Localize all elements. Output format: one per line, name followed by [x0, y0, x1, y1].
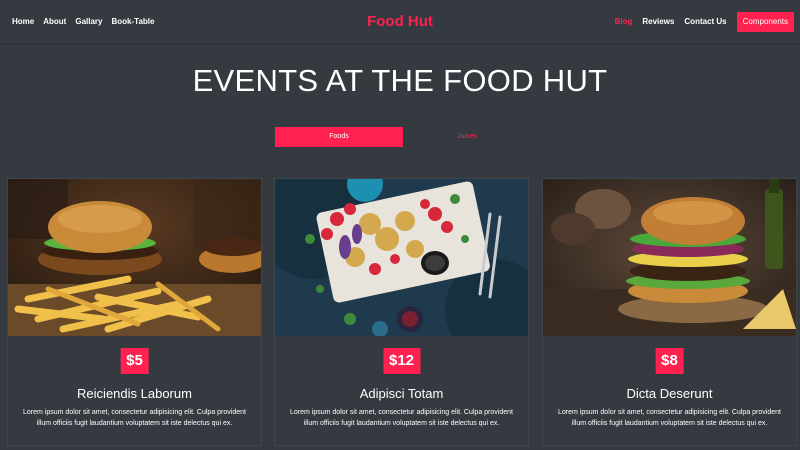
- nav-link-blog[interactable]: Blog: [615, 16, 633, 28]
- tab-juices[interactable]: Juices: [403, 127, 531, 147]
- burger-photo: [543, 179, 796, 336]
- card-description: Lorem ipsum dolor sit amet, consectetur …: [23, 409, 246, 427]
- nav-link-reviews[interactable]: Reviews: [642, 16, 674, 28]
- card-description: Lorem ipsum dolor sit amet, consectetur …: [558, 409, 781, 427]
- price-badge: $5: [120, 348, 149, 374]
- nav-link-contact-us[interactable]: Contact Us: [684, 16, 726, 28]
- price-badge: $8: [655, 348, 684, 374]
- tab-foods[interactable]: Foods: [275, 127, 403, 147]
- menu-tabs: Foods Juices: [275, 127, 525, 147]
- food-card: $5 Reiciendis Laborum Lorem ipsum dolor …: [7, 178, 262, 446]
- card-title: Adipisci Totam: [359, 386, 444, 401]
- platter-photo: [275, 179, 528, 336]
- page-title: EVENTS AT THE FOOD HUT: [192, 63, 608, 98]
- food-card: $12 Adipisci Totam Lorem ipsum dolor sit…: [274, 178, 529, 446]
- card-title: Reiciendis Laborum: [77, 386, 192, 401]
- price-badge: $12: [382, 348, 421, 374]
- card-title: Dicta Deserunt: [626, 386, 713, 401]
- components-button[interactable]: Components: [736, 12, 794, 32]
- nav-right-links: Blog Reviews Contact Us Components: [615, 12, 794, 32]
- burger-fries-photo: [8, 179, 261, 336]
- food-card: $8 Dicta Deserunt Lorem ipsum dolor sit …: [542, 178, 797, 446]
- card-description: Lorem ipsum dolor sit amet, consectetur …: [290, 409, 513, 427]
- navbar: Home About Gallary Book-Table Food Hut B…: [0, 0, 800, 44]
